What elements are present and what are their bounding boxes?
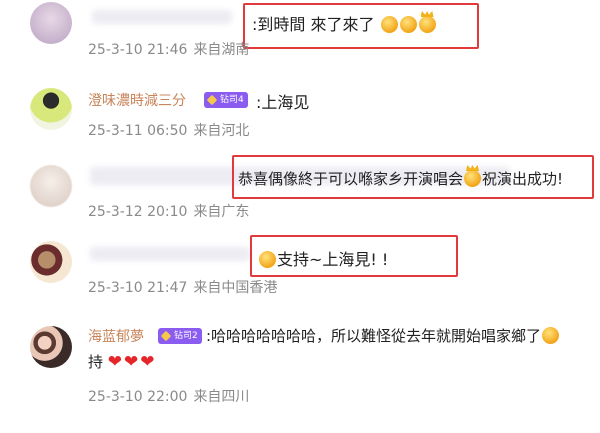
comment-text: :上海见 [256, 93, 310, 112]
avatar[interactable] [30, 165, 72, 207]
level-badge: 钻司4 [204, 92, 248, 108]
blurred-username [90, 247, 250, 261]
highlight-box [232, 155, 594, 199]
heart-icon: ❤ [124, 352, 139, 372]
comment-meta: 25-3-10 21:46 来自湖南 [88, 39, 249, 59]
heart-icon: ❤ [140, 352, 155, 372]
comment-date: 25-3-10 22:00 [88, 389, 188, 405]
comment-location: 来自湖南 [193, 42, 250, 58]
comment-location: 来自四川 [193, 389, 250, 405]
comment-date: 25-3-10 21:47 [88, 280, 188, 296]
comment-meta: 25-3-11 06:50 来自河北 [88, 120, 249, 140]
highlight-box [250, 235, 458, 277]
comment-meta: 25-3-10 22:00 来自四川 [88, 386, 249, 406]
comment-location: 来自广东 [193, 204, 250, 220]
avatar[interactable] [30, 241, 72, 283]
comment-item: :到時間 來了來了 25-3-10 21:46 来自湖南 [0, 0, 600, 70]
comment-date: 25-3-12 20:10 [88, 204, 188, 220]
diamond-icon [206, 94, 218, 106]
username[interactable]: 澄味濃時減三分 [88, 90, 186, 110]
username[interactable]: 海蓝郁夢 [88, 326, 144, 346]
blurred-username [92, 10, 232, 24]
comment-text: :哈哈哈哈哈哈哈，所以難怪從去年就開始唱家鄉了 [206, 325, 560, 346]
highlight-box [243, 3, 479, 49]
comment-text-continued: 持 ❤ ❤ ❤ [88, 352, 155, 372]
comment-item: 澄味濃時減三分 钻司4 :上海见 25-3-11 06:50 来自河北 [0, 80, 600, 140]
heart-icon: ❤ [107, 352, 123, 372]
comment-item: 海蓝郁夢 钻司2 :哈哈哈哈哈哈哈，所以難怪從去年就開始唱家鄉了 持 ❤ ❤ ❤ 2… [0, 318, 600, 433]
comment-location: 来自中国香港 [193, 280, 278, 296]
comment-meta: 25-3-12 20:10 来自广东 [88, 201, 249, 221]
level-badge: 钻司2 [158, 328, 202, 344]
comment-meta: 25-3-10 21:47 来自中国香港 [88, 277, 277, 297]
comment-location: 来自河北 [193, 123, 250, 139]
comment-date: 25-3-10 21:46 [88, 42, 188, 58]
avatar[interactable] [30, 2, 72, 44]
avatar[interactable] [30, 326, 72, 368]
comment-date: 25-3-11 06:50 [88, 123, 188, 139]
comment-item: 支持~上海見! ! 25-3-10 21:47 来自中国香港 [0, 235, 600, 300]
avatar[interactable] [30, 88, 72, 130]
comment-item: 恭喜偶像終于可以喺家乡开演唱会 祝演出成功! 25-3-12 20:10 来自广东 [0, 155, 600, 225]
emoji-icon [542, 327, 560, 344]
diamond-icon [160, 330, 172, 342]
